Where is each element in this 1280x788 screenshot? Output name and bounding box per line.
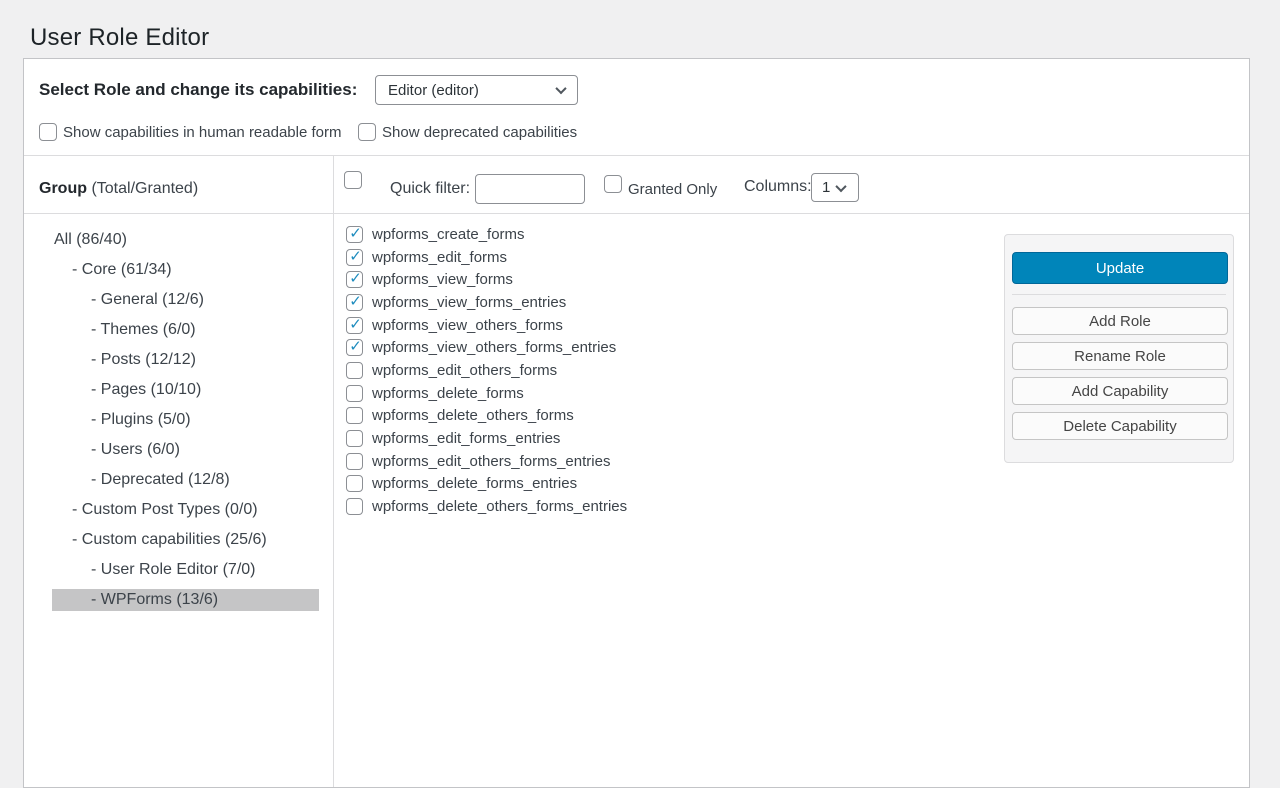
capability-checkbox[interactable] bbox=[346, 226, 363, 243]
capability-row: wpforms_view_forms bbox=[346, 268, 627, 291]
group-header-bold: Group bbox=[39, 180, 87, 197]
delete-capability-button[interactable]: Delete Capability bbox=[1012, 412, 1228, 440]
show-human-readable-label: Show capabilities in human readable form bbox=[63, 124, 342, 142]
capability-checkbox[interactable] bbox=[346, 294, 363, 311]
filter-toggle-checkbox[interactable] bbox=[344, 171, 362, 189]
capability-row: wpforms_delete_others_forms bbox=[346, 405, 627, 428]
user-role-editor-panel: Select Role and change its capabilities:… bbox=[23, 58, 1250, 788]
add-role-button[interactable]: Add Role bbox=[1012, 307, 1228, 335]
capability-label: wpforms_delete_forms_entries bbox=[372, 475, 577, 492]
divider bbox=[24, 213, 1249, 214]
update-button[interactable]: Update bbox=[1012, 252, 1228, 284]
granted-only-label: Granted Only bbox=[628, 181, 717, 198]
page: User Role Editor Select Role and change … bbox=[0, 0, 1280, 766]
show-deprecated-checkbox[interactable] bbox=[358, 123, 376, 141]
show-human-readable-checkbox[interactable] bbox=[39, 123, 57, 141]
actions-panel: Update Add Role Rename Role Add Capabili… bbox=[1004, 234, 1234, 463]
capability-row: wpforms_view_others_forms_entries bbox=[346, 336, 627, 359]
capability-checkbox[interactable] bbox=[346, 339, 363, 356]
capability-label: wpforms_delete_others_forms_entries bbox=[372, 498, 627, 515]
capability-row: wpforms_view_forms_entries bbox=[346, 291, 627, 314]
select-role-label: Select Role and change its capabilities: bbox=[39, 80, 357, 100]
group-header-rest: (Total/Granted) bbox=[87, 180, 198, 197]
capability-row: wpforms_edit_forms_entries bbox=[346, 427, 627, 450]
chevron-down-icon bbox=[555, 83, 566, 94]
capability-row: wpforms_edit_forms bbox=[346, 246, 627, 269]
chevron-down-icon bbox=[836, 180, 847, 191]
role-select-value: Editor (editor) bbox=[388, 82, 557, 99]
capability-checkbox[interactable] bbox=[346, 249, 363, 266]
group-tree-item[interactable]: - General (12/6) bbox=[52, 289, 319, 311]
capability-row: wpforms_view_others_forms bbox=[346, 314, 627, 337]
capability-checkbox[interactable] bbox=[346, 475, 363, 492]
show-deprecated-label: Show deprecated capabilities bbox=[382, 124, 577, 142]
capability-label: wpforms_view_forms bbox=[372, 271, 513, 288]
capability-label: wpforms_edit_others_forms_entries bbox=[372, 453, 610, 470]
page-title: User Role Editor bbox=[30, 24, 209, 52]
capability-checkbox[interactable] bbox=[346, 385, 363, 402]
divider bbox=[1012, 294, 1226, 295]
capability-checkbox[interactable] bbox=[346, 407, 363, 424]
capability-row: wpforms_create_forms bbox=[346, 223, 627, 246]
group-tree-item[interactable]: - Deprecated (12/8) bbox=[52, 469, 319, 491]
quick-filter-label: Quick filter: bbox=[390, 180, 470, 198]
capability-label: wpforms_delete_others_forms bbox=[372, 407, 574, 424]
capability-row: wpforms_delete_others_forms_entries bbox=[346, 495, 627, 518]
group-tree-item[interactable]: - Plugins (5/0) bbox=[52, 409, 319, 431]
capability-checkbox[interactable] bbox=[346, 317, 363, 334]
group-tree-item[interactable]: - Custom Post Types (0/0) bbox=[52, 499, 319, 521]
capability-row: wpforms_delete_forms_entries bbox=[346, 473, 627, 496]
group-tree-item[interactable]: - Custom capabilities (25/6) bbox=[52, 529, 319, 551]
group-tree-item[interactable]: - WPForms (13/6) bbox=[52, 589, 319, 611]
capability-label: wpforms_view_others_forms bbox=[372, 317, 563, 334]
capability-label: wpforms_edit_forms_entries bbox=[372, 430, 560, 447]
capability-checkbox[interactable] bbox=[346, 430, 363, 447]
rename-role-button[interactable]: Rename Role bbox=[1012, 342, 1228, 370]
capability-label: wpforms_delete_forms bbox=[372, 385, 524, 402]
capability-checkbox[interactable] bbox=[346, 453, 363, 470]
columns-label: Columns: bbox=[744, 178, 812, 196]
capability-row: wpforms_edit_others_forms bbox=[346, 359, 627, 382]
role-select[interactable]: Editor (editor) bbox=[375, 75, 578, 105]
group-header: Group (Total/Granted) bbox=[39, 180, 198, 198]
capabilities-list: wpforms_create_forms wpforms_edit_formswp… bbox=[346, 223, 627, 518]
group-tree-item[interactable]: - Themes (6/0) bbox=[52, 319, 319, 341]
add-capability-button[interactable]: Add Capability bbox=[1012, 377, 1228, 405]
group-tree-item[interactable]: All (86/40) bbox=[52, 229, 319, 251]
group-tree-item[interactable]: - Pages (10/10) bbox=[52, 379, 319, 401]
divider bbox=[24, 155, 1249, 156]
capability-label: wpforms_create_forms bbox=[372, 226, 525, 243]
quick-filter-input[interactable] bbox=[475, 174, 585, 204]
group-tree-item[interactable]: - Users (6/0) bbox=[52, 439, 319, 461]
capability-label: wpforms_edit_forms bbox=[372, 249, 507, 266]
capability-checkbox[interactable] bbox=[346, 498, 363, 515]
capability-checkbox[interactable] bbox=[346, 362, 363, 379]
group-tree-item[interactable]: - User Role Editor (7/0) bbox=[52, 559, 319, 581]
capability-checkbox[interactable] bbox=[346, 271, 363, 288]
columns-select-value: 1 bbox=[822, 179, 830, 196]
group-tree-item[interactable]: - Posts (12/12) bbox=[52, 349, 319, 371]
columns-select[interactable]: 1 bbox=[811, 173, 859, 202]
groups-tree: All (86/40) - Core (61/34) - General (12/6… bbox=[52, 229, 319, 619]
group-tree-item[interactable]: - Core (61/34) bbox=[52, 259, 319, 281]
capability-row: wpforms_edit_others_forms_entries bbox=[346, 450, 627, 473]
column-divider bbox=[333, 155, 334, 787]
capability-row: wpforms_delete_forms bbox=[346, 382, 627, 405]
capability-label: wpforms_view_forms_entries bbox=[372, 294, 566, 311]
capability-label: wpforms_edit_others_forms bbox=[372, 362, 557, 379]
granted-only-checkbox[interactable] bbox=[604, 175, 622, 193]
capability-label: wpforms_view_others_forms_entries bbox=[372, 339, 616, 356]
